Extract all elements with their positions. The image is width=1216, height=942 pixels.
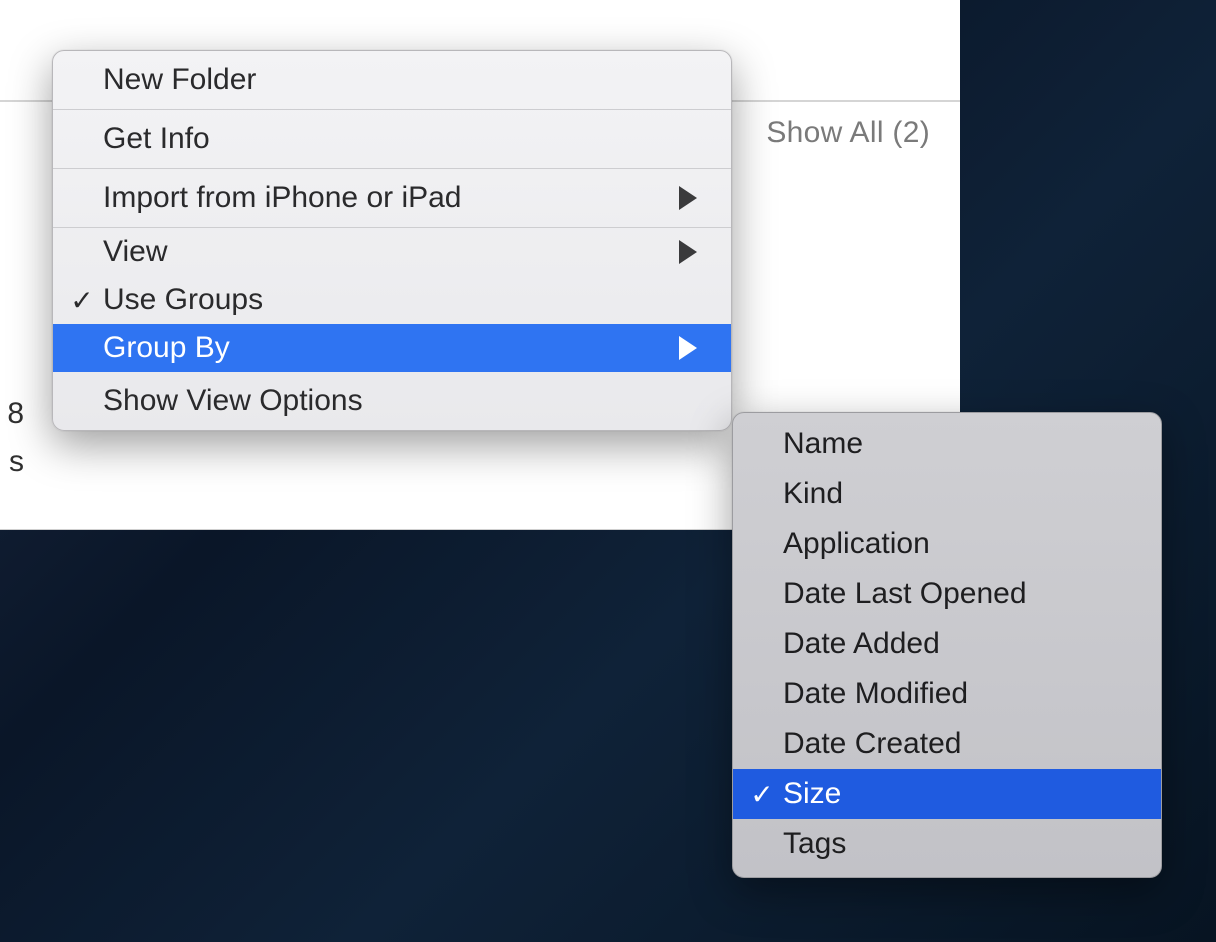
menu-item-use-groups[interactable]: ✓ Use Groups [53, 276, 731, 324]
partially-visible-text: 8 s [0, 390, 28, 486]
menu-item-import-iphone[interactable]: Import from iPhone or iPad [53, 169, 731, 227]
submenu-item-application[interactable]: Application [733, 519, 1161, 569]
submenu-item-date-last-opened[interactable]: Date Last Opened [733, 569, 1161, 619]
menu-item-label: Date Last Opened [783, 577, 1127, 611]
sliver-line-1: 8 [0, 390, 24, 438]
menu-item-label: Name [783, 427, 1127, 461]
menu-item-view[interactable]: View [53, 228, 731, 276]
submenu-item-date-modified[interactable]: Date Modified [733, 669, 1161, 719]
menu-item-label: Date Modified [783, 677, 1127, 711]
submenu-item-name[interactable]: Name [733, 419, 1161, 469]
menu-item-label: Import from iPhone or iPad [103, 181, 679, 215]
show-all-button[interactable]: Show All (2) [766, 116, 930, 150]
submenu-item-tags[interactable]: Tags [733, 819, 1161, 869]
checkmark-icon: ✓ [67, 284, 97, 317]
sliver-line-2: s [0, 438, 24, 486]
menu-item-label: Use Groups [103, 283, 697, 317]
submenu-arrow-icon [679, 186, 697, 210]
menu-item-label: Tags [783, 827, 1127, 861]
menu-item-get-info[interactable]: Get Info [53, 110, 731, 168]
menu-item-label: Kind [783, 477, 1127, 511]
menu-item-show-view-options[interactable]: Show View Options [53, 372, 731, 430]
menu-item-group-by[interactable]: Group By [53, 324, 731, 372]
menu-item-label: New Folder [103, 63, 697, 97]
menu-item-label: Group By [103, 331, 679, 365]
submenu-item-date-added[interactable]: Date Added [733, 619, 1161, 669]
submenu-item-size[interactable]: ✓ Size [733, 769, 1161, 819]
checkmark-icon: ✓ [747, 778, 777, 811]
submenu-item-kind[interactable]: Kind [733, 469, 1161, 519]
menu-item-new-folder[interactable]: New Folder [53, 51, 731, 109]
menu-item-label: Get Info [103, 122, 697, 156]
menu-item-label: Date Added [783, 627, 1127, 661]
menu-item-label: Application [783, 527, 1127, 561]
menu-item-label: Size [783, 777, 1127, 811]
group-by-submenu[interactable]: Name Kind Application Date Last Opened D… [732, 412, 1162, 878]
submenu-arrow-icon [679, 240, 697, 264]
menu-item-label: Show View Options [103, 384, 697, 418]
context-menu[interactable]: New Folder Get Info Import from iPhone o… [52, 50, 732, 431]
submenu-arrow-icon [679, 336, 697, 360]
submenu-item-date-created[interactable]: Date Created [733, 719, 1161, 769]
menu-item-label: View [103, 235, 679, 269]
menu-item-label: Date Created [783, 727, 1127, 761]
